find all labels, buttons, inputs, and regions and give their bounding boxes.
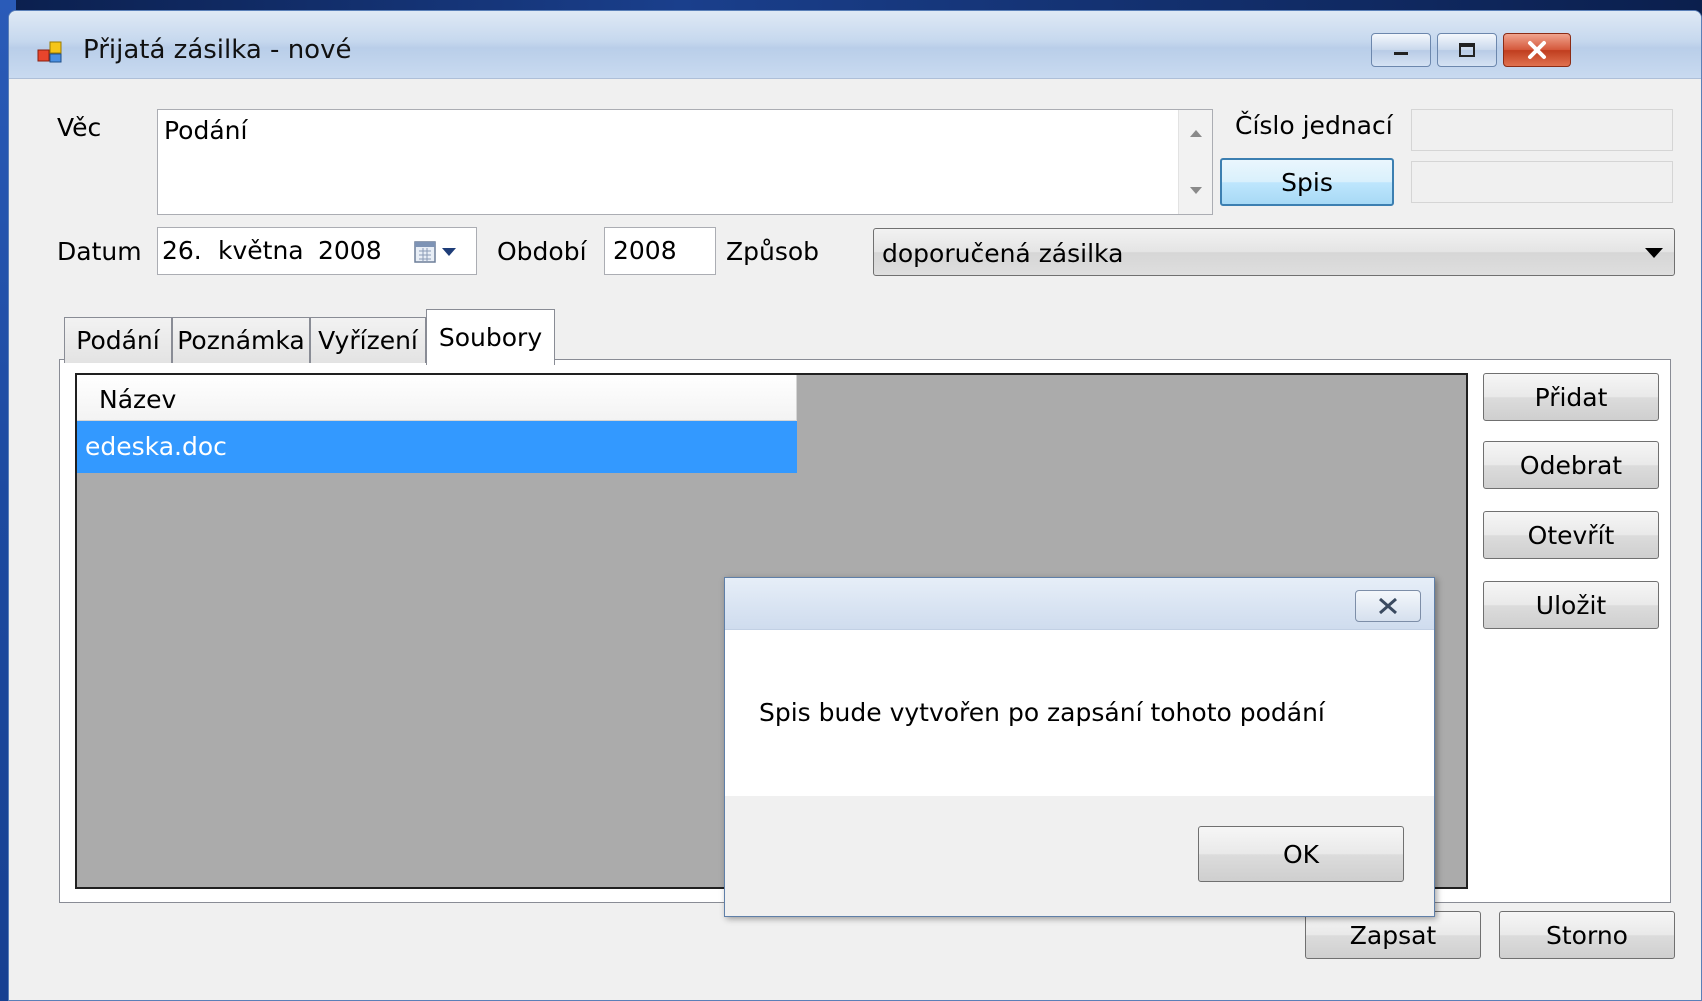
datum-month: května bbox=[218, 236, 304, 265]
vec-textarea[interactable]: Podání bbox=[157, 109, 1213, 215]
zpusob-label: Způsob bbox=[726, 237, 820, 266]
cislo-jednaci-label: Číslo jednací bbox=[1235, 111, 1393, 140]
vec-value: Podání bbox=[164, 116, 248, 145]
message-dialog: Spis bude vytvořen po zapsání tohoto pod… bbox=[724, 577, 1435, 917]
zpusob-value: doporučená zásilka bbox=[882, 239, 1124, 268]
app-window-icon bbox=[37, 41, 62, 63]
vec-scrollbar[interactable] bbox=[1178, 110, 1212, 214]
tab-poznamka[interactable]: Poznámka bbox=[172, 317, 310, 363]
dialog-footer: OK bbox=[725, 796, 1434, 916]
datum-picker[interactable]: 26. května 2008 bbox=[157, 227, 477, 275]
scroll-up-icon[interactable] bbox=[1189, 128, 1203, 138]
column-header-nazev[interactable]: Název bbox=[77, 375, 797, 421]
close-icon bbox=[1379, 597, 1397, 615]
save-file-button[interactable]: Uložit bbox=[1483, 581, 1659, 629]
datum-day: 26. bbox=[162, 236, 202, 265]
datum-year: 2008 bbox=[318, 236, 382, 265]
zpusob-select[interactable]: doporučená zásilka bbox=[873, 228, 1675, 276]
dialog-body: Spis bude vytvořen po zapsání tohoto pod… bbox=[725, 630, 1434, 796]
minimize-icon bbox=[1394, 52, 1408, 55]
spis-button[interactable]: Spis bbox=[1220, 158, 1394, 206]
maximize-icon bbox=[1459, 43, 1475, 57]
datum-label: Datum bbox=[57, 237, 142, 266]
column-header-label: Název bbox=[99, 385, 177, 414]
window-title: Přijatá zásilka - nové bbox=[83, 35, 352, 65]
chevron-down-icon bbox=[1645, 248, 1663, 258]
dialog-close-button[interactable] bbox=[1355, 590, 1421, 622]
maximize-button[interactable] bbox=[1437, 33, 1497, 67]
add-file-button[interactable]: Přidat bbox=[1483, 373, 1659, 421]
tab-soubory[interactable]: Soubory bbox=[426, 309, 555, 365]
scroll-down-icon[interactable] bbox=[1189, 186, 1203, 196]
storno-button[interactable]: Storno bbox=[1499, 911, 1675, 959]
obdobi-input[interactable]: 2008 bbox=[604, 227, 716, 275]
zapsat-button[interactable]: Zapsat bbox=[1305, 911, 1481, 959]
file-name: edeska.doc bbox=[85, 432, 227, 461]
cislo-jednaci-field bbox=[1411, 109, 1673, 151]
obdobi-value: 2008 bbox=[613, 236, 677, 265]
table-row[interactable]: edeska.doc bbox=[77, 421, 797, 473]
title-bar[interactable]: Přijatá zásilka - nové bbox=[9, 11, 1701, 79]
dialog-message: Spis bude vytvořen po zapsání tohoto pod… bbox=[759, 698, 1325, 727]
dialog-title-bar[interactable] bbox=[725, 578, 1434, 630]
tab-vyrizeni[interactable]: Vyřízení bbox=[310, 317, 426, 363]
spis-field bbox=[1411, 161, 1673, 203]
close-button[interactable] bbox=[1503, 33, 1571, 67]
remove-file-button[interactable]: Odebrat bbox=[1483, 441, 1659, 489]
open-file-button[interactable]: Otevřít bbox=[1483, 511, 1659, 559]
main-window: Přijatá zásilka - nové Věc Podání Číslo … bbox=[8, 10, 1702, 1001]
obdobi-label: Období bbox=[497, 237, 587, 266]
ok-button[interactable]: OK bbox=[1198, 826, 1404, 882]
minimize-button[interactable] bbox=[1371, 33, 1431, 67]
tab-podani[interactable]: Podání bbox=[64, 317, 172, 363]
close-icon bbox=[1528, 41, 1546, 59]
calendar-dropdown-icon[interactable] bbox=[414, 240, 464, 264]
vec-label: Věc bbox=[57, 113, 102, 142]
